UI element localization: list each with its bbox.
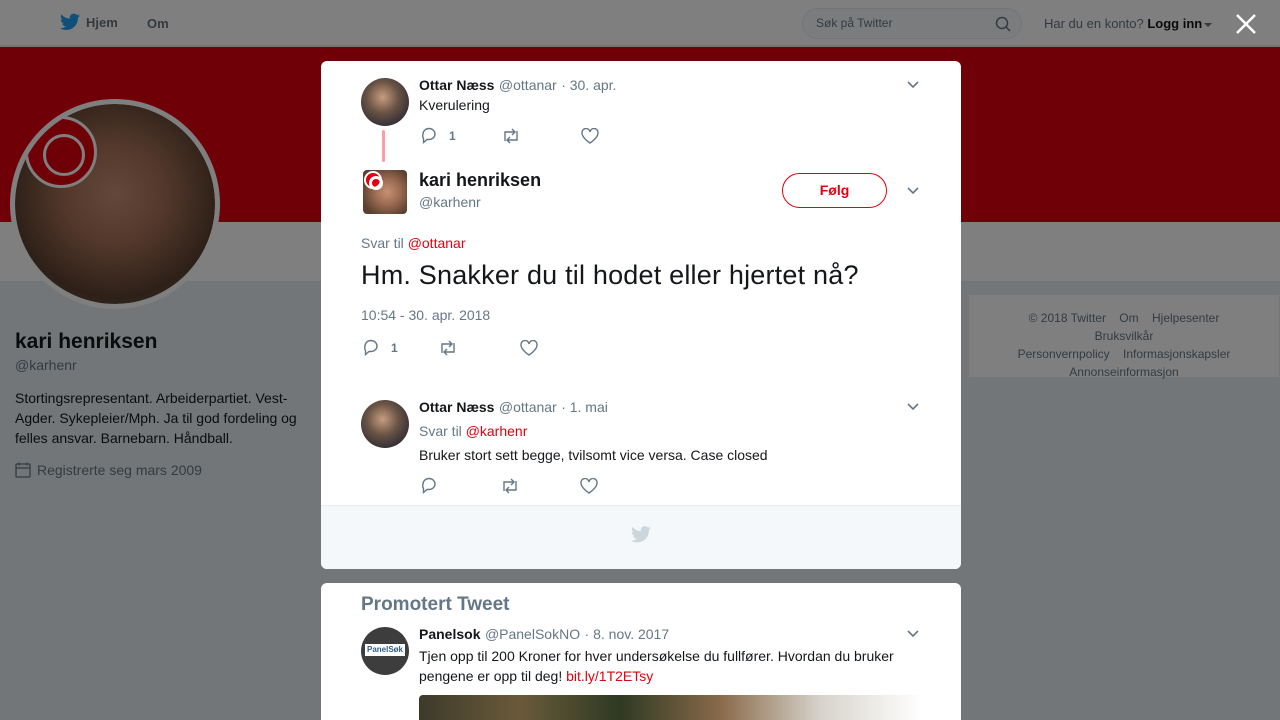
- tweet-header: Ottar Næss @ottanar · 1. mai: [419, 399, 608, 417]
- tweet-text: Kverulering: [419, 97, 490, 113]
- tweet-date[interactable]: · 1. mai: [561, 399, 608, 415]
- tweet-author-handle[interactable]: @ottanar: [499, 399, 557, 415]
- reply-context: Svar til @ottanar: [361, 235, 466, 251]
- twitter-bird-icon: [631, 526, 651, 543]
- tweet-author-handle[interactable]: @ottanar: [499, 77, 557, 93]
- thread-connector: [382, 130, 385, 162]
- panelsok-logo: PanelSøk: [365, 644, 405, 656]
- chevron-down-icon[interactable]: [907, 81, 919, 89]
- reply-context: Svar til @karhenr: [419, 423, 527, 439]
- reply-mention-link[interactable]: @karhenr: [466, 423, 528, 439]
- tweet-author-handle[interactable]: @PanelSokNO: [485, 626, 580, 642]
- rose-logo-icon: [364, 171, 383, 190]
- follow-button[interactable]: Følg: [782, 173, 887, 208]
- tweet-author-name[interactable]: Panelsok: [419, 626, 480, 642]
- tweet-header: Panelsok @PanelSokNO · 8. nov. 2017: [419, 626, 669, 644]
- reply-count: 1: [391, 340, 398, 355]
- promoted-title: Promotert Tweet: [361, 594, 510, 615]
- tweet-text: Tjen opp til 200 Kroner for hver undersø…: [419, 648, 894, 684]
- tweet-author-name[interactable]: Ottar Næss: [419, 77, 494, 93]
- close-icon[interactable]: [1234, 12, 1258, 36]
- tweet-author-name[interactable]: Ottar Næss: [419, 399, 494, 415]
- like-icon[interactable]: [580, 127, 599, 144]
- chevron-down-icon[interactable]: [907, 403, 919, 411]
- avatar[interactable]: [361, 400, 409, 448]
- tweet-actions: 1: [421, 127, 599, 144]
- reply-icon[interactable]: [421, 477, 439, 494]
- tweet-text: Hm. Snakker du til hodet eller hjertet n…: [361, 260, 859, 290]
- reply-button[interactable]: 1: [421, 127, 456, 144]
- tweet-date[interactable]: · 8. nov. 2017: [585, 626, 670, 642]
- reply-icon: [422, 127, 436, 144]
- tweet-author-handle[interactable]: @karhenr: [419, 194, 481, 210]
- retweet-icon[interactable]: [500, 478, 520, 494]
- modal-footer: [321, 505, 961, 569]
- tweet-header: Ottar Næss @ottanar · 30. apr.: [419, 77, 616, 95]
- tweet-author-name[interactable]: kari henriksen: [419, 170, 541, 191]
- reply-mention-link[interactable]: @ottanar: [408, 235, 466, 251]
- avatar[interactable]: PanelSøk: [361, 627, 409, 675]
- reply-count: 1: [449, 128, 456, 143]
- avatar[interactable]: [361, 78, 409, 126]
- reply-icon: [364, 339, 378, 356]
- chevron-down-icon[interactable]: [907, 187, 919, 195]
- retweet-icon[interactable]: [438, 340, 458, 356]
- retweet-icon[interactable]: [501, 128, 521, 144]
- tweet-date[interactable]: · 30. apr.: [561, 77, 616, 93]
- like-icon[interactable]: [519, 339, 538, 356]
- tweet-actions: [421, 477, 598, 494]
- tweet-link[interactable]: bit.ly/1T2ETsy: [566, 668, 653, 684]
- tweet-text: Bruker stort sett begge, tvilsomt vice v…: [419, 447, 768, 463]
- reply-button[interactable]: 1: [363, 339, 398, 356]
- reply-prefix: Svar til: [419, 423, 462, 439]
- tweet-actions: 1: [363, 339, 538, 356]
- tweet-timestamp[interactable]: 10:54 - 30. apr. 2018: [361, 307, 490, 323]
- tweet-media-image[interactable]: [419, 695, 922, 720]
- chevron-down-icon[interactable]: [907, 630, 919, 638]
- reply-prefix: Svar til: [361, 235, 404, 251]
- like-icon[interactable]: [580, 477, 598, 494]
- tweet-text-container: Tjen opp til 200 Kroner for hver undersø…: [419, 646, 919, 686]
- avatar[interactable]: [363, 170, 407, 214]
